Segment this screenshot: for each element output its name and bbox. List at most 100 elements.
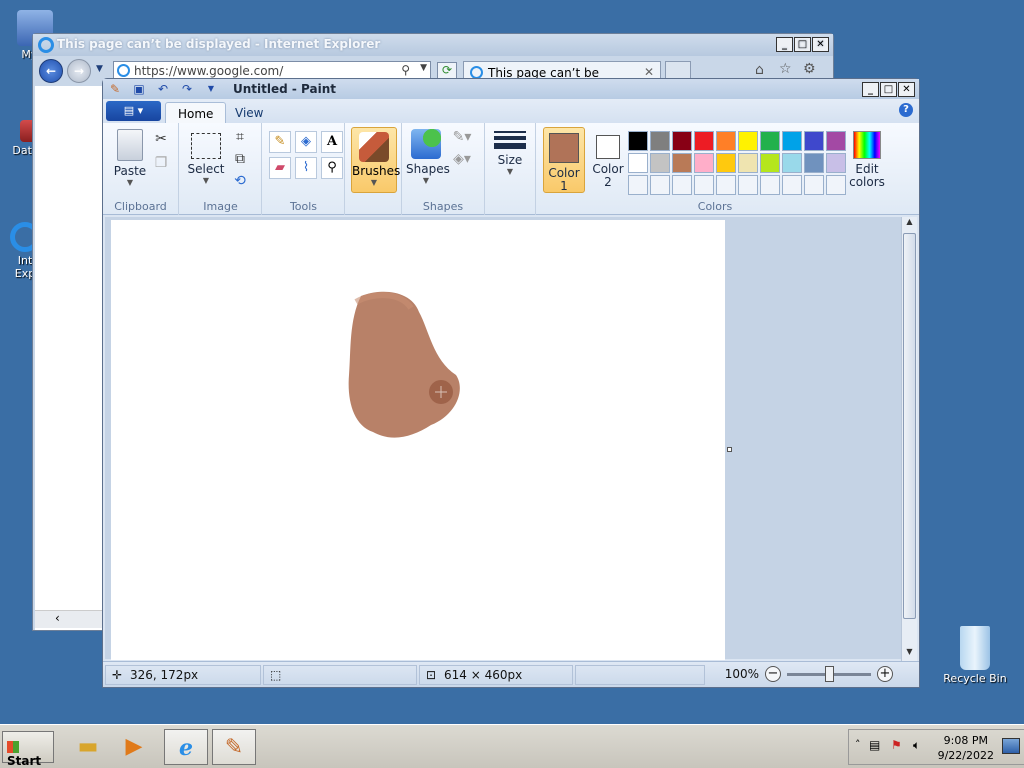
palette-swatch[interactable] bbox=[826, 175, 846, 195]
redo-icon[interactable]: ↷ bbox=[179, 81, 195, 97]
tab-close-icon[interactable]: ✕ bbox=[644, 65, 654, 79]
color1-button[interactable]: Color 1 bbox=[543, 127, 585, 193]
zoom-out-button[interactable]: − bbox=[765, 666, 781, 682]
maximize-button[interactable]: □ bbox=[880, 82, 897, 97]
zoom-slider[interactable] bbox=[787, 665, 871, 682]
search-icon[interactable]: ⚲ bbox=[401, 63, 410, 77]
palette-swatch[interactable] bbox=[738, 131, 758, 151]
save-icon[interactable]: ▣ bbox=[131, 81, 147, 97]
color2-button[interactable]: Color 2 bbox=[587, 127, 629, 193]
select-button[interactable]: Select ▼ bbox=[186, 129, 226, 185]
minimize-button[interactable]: _ bbox=[776, 37, 793, 52]
scroll-left-icon[interactable]: ‹ bbox=[55, 611, 60, 625]
taskbar-paint[interactable]: ✎ bbox=[212, 729, 256, 765]
scroll-up-icon[interactable]: ▲ bbox=[902, 217, 917, 231]
palette-swatch[interactable] bbox=[716, 153, 736, 173]
network-icon[interactable]: ▤ bbox=[869, 738, 880, 752]
close-button[interactable]: ✕ bbox=[898, 82, 915, 97]
scroll-down-icon[interactable]: ▼ bbox=[902, 647, 917, 661]
color-picker-icon[interactable]: ⌇ bbox=[295, 157, 317, 179]
start-button[interactable]: Start bbox=[2, 731, 54, 768]
history-dropdown-icon[interactable]: ▼ bbox=[96, 64, 103, 74]
paint-title-bar[interactable]: ✎ ▣ ↶ ↷ ▼ Untitled - Paint _ □ ✕ bbox=[103, 79, 919, 99]
palette-swatch[interactable] bbox=[672, 131, 692, 151]
desktop-icon-recycle-bin[interactable]: Recycle Bin bbox=[940, 626, 1010, 685]
palette-swatch[interactable] bbox=[826, 153, 846, 173]
favorites-star-icon[interactable]: ☆ bbox=[779, 61, 792, 77]
help-icon[interactable]: ? bbox=[899, 103, 913, 117]
palette-swatch[interactable] bbox=[694, 131, 714, 151]
pencil-icon[interactable]: ✎ bbox=[269, 131, 291, 153]
scrollbar-thumb[interactable] bbox=[903, 233, 916, 619]
fill-icon[interactable]: ◈▾ bbox=[452, 149, 472, 169]
outline-icon[interactable]: ✎▾ bbox=[452, 127, 472, 147]
palette-swatch[interactable] bbox=[804, 153, 824, 173]
drawing-canvas[interactable] bbox=[111, 220, 725, 660]
taskbar-explorer[interactable]: ▬ bbox=[66, 729, 110, 765]
palette-swatch[interactable] bbox=[650, 175, 670, 195]
eraser-icon[interactable]: ▰ bbox=[269, 157, 291, 179]
crop-icon[interactable]: ⌗ bbox=[230, 127, 250, 147]
home-icon[interactable]: ⌂ bbox=[755, 62, 764, 78]
undo-icon[interactable]: ↶ bbox=[155, 81, 171, 97]
canvas-resize-handle[interactable] bbox=[727, 447, 732, 452]
size-button[interactable]: Size ▼ bbox=[492, 131, 528, 176]
forward-button[interactable]: → bbox=[67, 59, 91, 83]
vertical-scrollbar[interactable]: ▲ ▼ bbox=[901, 217, 917, 661]
zoom-slider-knob[interactable] bbox=[825, 665, 834, 682]
fill-bucket-icon[interactable]: ◈ bbox=[295, 131, 317, 153]
brushes-button[interactable]: Brushes ▼ bbox=[351, 127, 400, 193]
palette-swatch[interactable] bbox=[650, 153, 670, 173]
volume-icon[interactable]: 🔈︎ bbox=[913, 738, 920, 753]
palette-swatch[interactable] bbox=[694, 153, 714, 173]
shapes-button[interactable]: Shapes ▼ bbox=[406, 129, 450, 185]
palette-swatch[interactable] bbox=[672, 153, 692, 173]
palette-swatch[interactable] bbox=[628, 175, 648, 195]
rotate-icon[interactable]: ⟲ bbox=[230, 171, 250, 191]
paint-window[interactable]: ✎ ▣ ↶ ↷ ▼ Untitled - Paint _ □ ✕ ▤ ▾ Hom… bbox=[102, 78, 920, 688]
paste-button[interactable]: Paste ▼ bbox=[111, 129, 149, 187]
gear-icon[interactable]: ⚙ bbox=[803, 61, 816, 77]
back-button[interactable]: ← bbox=[39, 59, 63, 83]
palette-swatch[interactable] bbox=[738, 175, 758, 195]
tab-home[interactable]: Home bbox=[165, 102, 227, 123]
palette-swatch[interactable] bbox=[804, 175, 824, 195]
copy-icon[interactable]: ❐ bbox=[151, 153, 171, 173]
taskbar-internet-explorer[interactable]: e bbox=[164, 729, 208, 765]
palette-swatch[interactable] bbox=[738, 153, 758, 173]
palette-swatch[interactable] bbox=[628, 153, 648, 173]
ie-title-bar[interactable]: This page can’t be displayed - Internet … bbox=[33, 34, 833, 56]
palette-swatch[interactable] bbox=[760, 153, 780, 173]
zoom-in-button[interactable]: + bbox=[877, 666, 893, 682]
palette-swatch[interactable] bbox=[760, 131, 780, 151]
edit-colors-button[interactable]: Edit colors bbox=[847, 127, 887, 193]
tab-view[interactable]: View bbox=[223, 102, 275, 123]
palette-swatch[interactable] bbox=[694, 175, 714, 195]
show-hidden-icons-icon[interactable]: ˄ bbox=[855, 738, 861, 751]
resize-icon[interactable]: ⧉ bbox=[230, 149, 250, 169]
close-button[interactable]: ✕ bbox=[812, 37, 829, 52]
palette-swatch[interactable] bbox=[782, 131, 802, 151]
magnifier-icon[interactable]: ⚲ bbox=[321, 157, 343, 179]
palette-swatch[interactable] bbox=[716, 131, 736, 151]
palette-swatch[interactable] bbox=[804, 131, 824, 151]
palette-swatch[interactable] bbox=[672, 175, 692, 195]
palette-swatch[interactable] bbox=[826, 131, 846, 151]
address-dropdown-icon[interactable]: ▼ bbox=[420, 63, 427, 73]
maximize-button[interactable]: □ bbox=[794, 37, 811, 52]
palette-swatch[interactable] bbox=[760, 175, 780, 195]
cut-icon[interactable]: ✂ bbox=[151, 129, 171, 149]
paint-menu-button[interactable]: ▤ ▾ bbox=[106, 101, 161, 121]
palette-swatch[interactable] bbox=[782, 153, 802, 173]
ie-horizontal-scrollbar[interactable]: ‹ bbox=[35, 610, 103, 628]
customize-qat-icon[interactable]: ▼ bbox=[203, 81, 219, 97]
palette-swatch[interactable] bbox=[628, 131, 648, 151]
palette-swatch[interactable] bbox=[716, 175, 736, 195]
taskbar-media-player[interactable]: ▶ bbox=[112, 729, 156, 765]
palette-swatch[interactable] bbox=[782, 175, 802, 195]
palette-swatch[interactable] bbox=[650, 131, 670, 151]
clock[interactable]: 9:08 PM 9/22/2022 bbox=[938, 733, 994, 763]
action-center-icon[interactable]: ⚑ bbox=[891, 738, 902, 752]
show-desktop-icon[interactable] bbox=[1002, 738, 1020, 754]
minimize-button[interactable]: _ bbox=[862, 82, 879, 97]
